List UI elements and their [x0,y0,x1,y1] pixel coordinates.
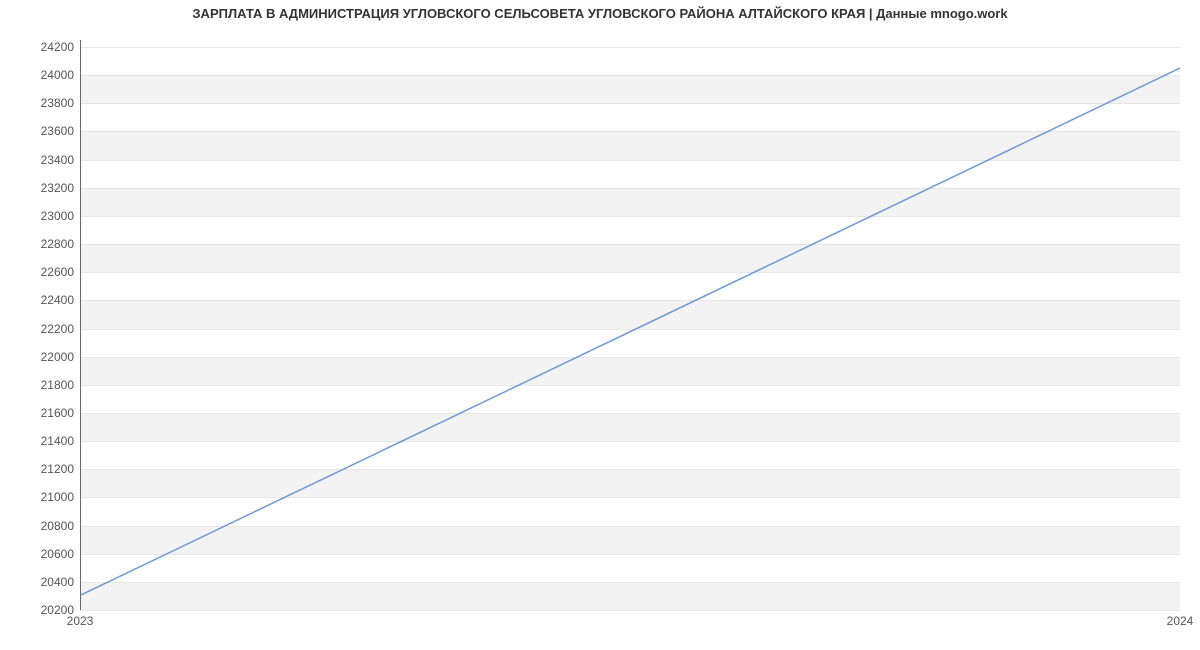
plot-area [80,40,1180,610]
y-tick-label: 20800 [14,519,74,533]
y-tick-label: 23200 [14,181,74,195]
y-tick-label: 23000 [14,209,74,223]
y-tick-label: 20600 [14,547,74,561]
y-tick-label: 20200 [14,603,74,617]
y-tick-label: 24000 [14,68,74,82]
y-tick-label: 23600 [14,124,74,138]
y-tick-label: 22600 [14,265,74,279]
y-tick-label: 23400 [14,153,74,167]
y-tick-label: 21800 [14,378,74,392]
gridline [81,610,1180,611]
x-tick-label: 2024 [1167,614,1194,628]
line-series [81,40,1180,609]
chart-title: ЗАРПЛАТА В АДМИНИСТРАЦИЯ УГЛОВСКОГО СЕЛЬ… [0,6,1200,21]
chart-container: ЗАРПЛАТА В АДМИНИСТРАЦИЯ УГЛОВСКОГО СЕЛЬ… [0,0,1200,650]
y-tick-label: 21000 [14,490,74,504]
y-tick-label: 22800 [14,237,74,251]
y-tick-label: 22400 [14,293,74,307]
y-tick-label: 22000 [14,350,74,364]
y-tick-label: 24200 [14,40,74,54]
y-tick-label: 21200 [14,462,74,476]
x-tick-label: 2023 [67,614,94,628]
series-line [81,68,1180,595]
y-tick-label: 23800 [14,96,74,110]
y-tick-label: 20400 [14,575,74,589]
y-tick-label: 22200 [14,322,74,336]
y-tick-label: 21600 [14,406,74,420]
y-tick-label: 21400 [14,434,74,448]
